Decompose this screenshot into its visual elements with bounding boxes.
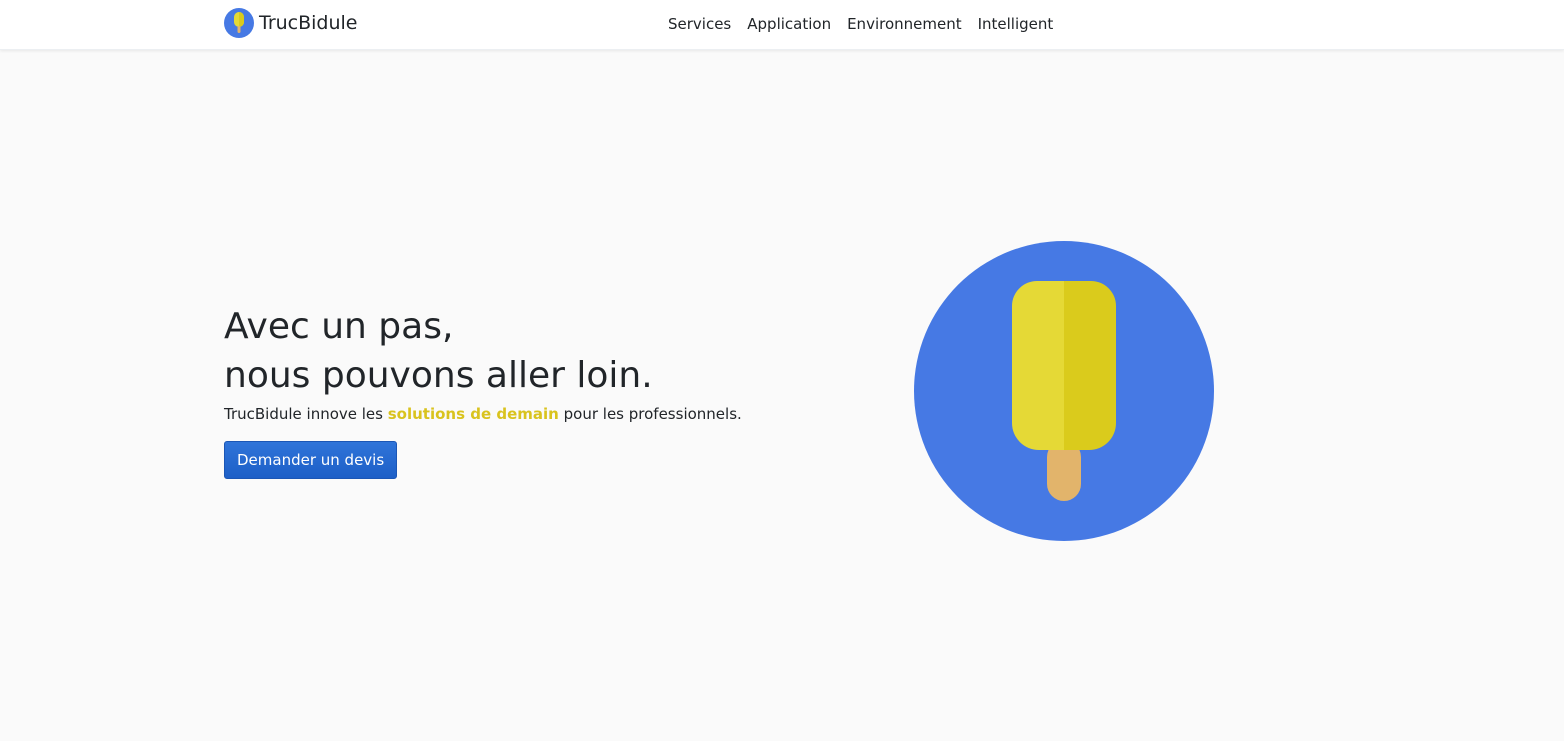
nav-link-environnement[interactable]: Environnement (847, 15, 962, 33)
hero-headline-line1: Avec un pas, (224, 306, 454, 347)
tagline-suffix: pour les professionnels. (558, 405, 742, 423)
hero-headline-line2: nous pouvons aller loin. (224, 355, 653, 396)
brand-link[interactable]: TrucBidule (224, 7, 358, 39)
hero-headline: Avec un pas, nous pouvons aller loin. (224, 302, 784, 400)
nav-link-intelligent[interactable]: Intelligent (978, 15, 1054, 33)
tagline-highlight: solutions de demain (387, 405, 559, 423)
hero-tagline: TrucBidule innove les solutions de demai… (224, 403, 784, 425)
nav-link-application[interactable]: Application (747, 15, 831, 33)
popsicle-logo-icon (224, 8, 254, 38)
nav-links: Services Application Environnement Intel… (668, 0, 1053, 48)
hero-text: Avec un pas, nous pouvons aller loin. Tr… (224, 302, 784, 479)
brand-name: TrucBidule (259, 12, 358, 34)
popsicle-illustration (914, 241, 1214, 541)
request-quote-button[interactable]: Demander un devis (224, 441, 398, 479)
tagline-prefix: TrucBidule innove les (224, 405, 388, 423)
nav-link-services[interactable]: Services (668, 15, 731, 33)
navbar: TrucBidule Services Application Environn… (0, 0, 1564, 50)
